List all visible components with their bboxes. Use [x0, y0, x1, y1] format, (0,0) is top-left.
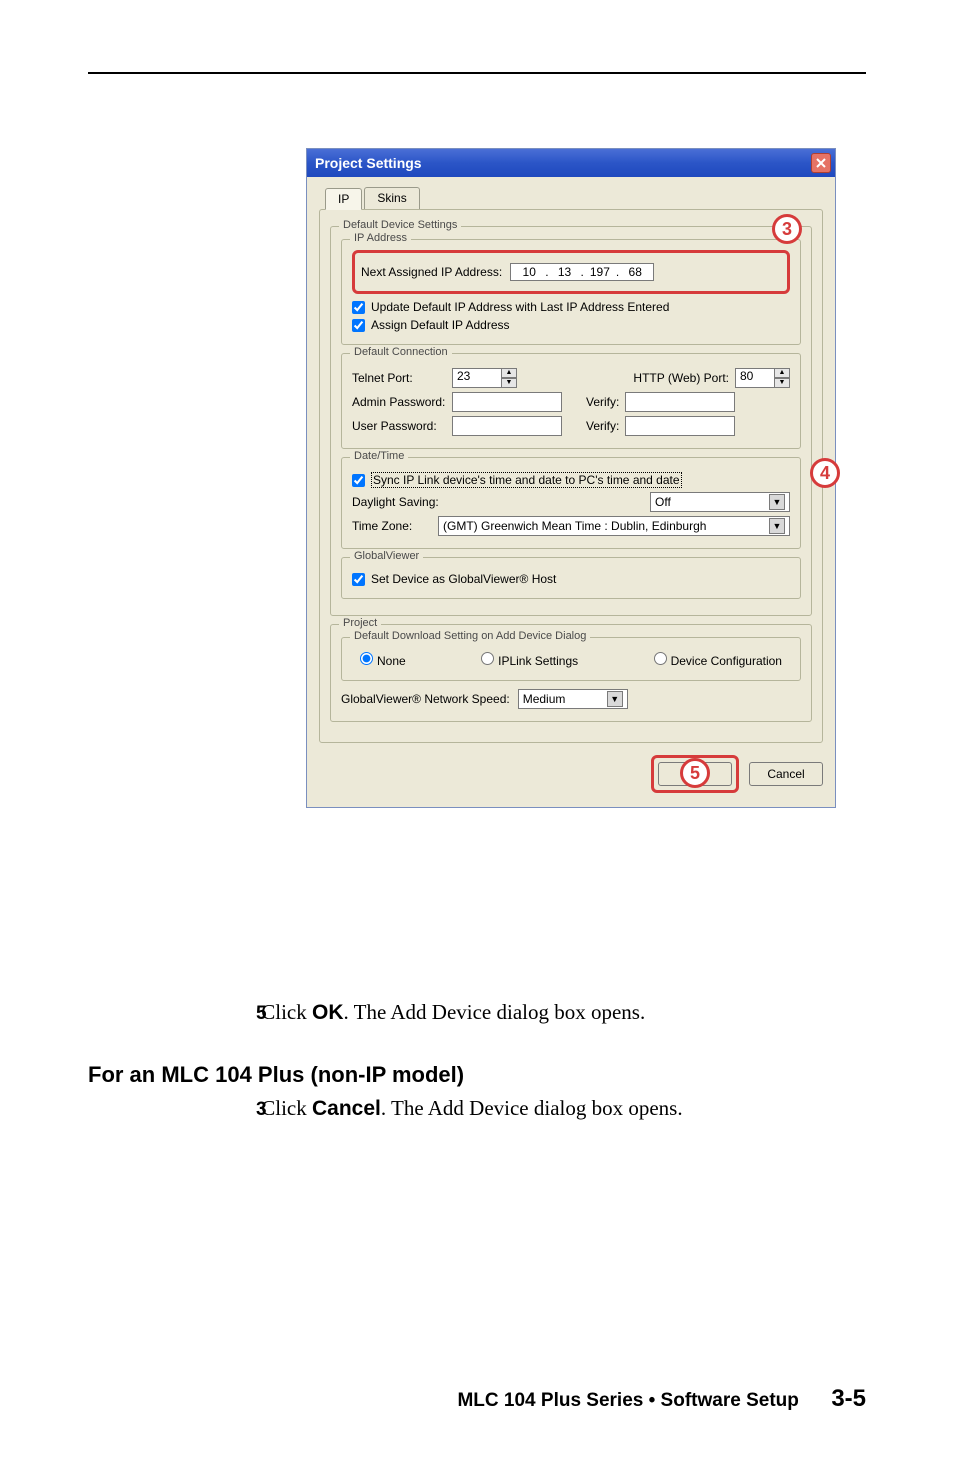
radio-none-label: None [377, 654, 406, 668]
date-time-legend: Date/Time [350, 450, 408, 462]
http-spinner[interactable]: ▲ ▼ [774, 368, 790, 388]
date-time-group: Date/Time Sync IP Link device's time and… [341, 457, 801, 549]
step-5-text-pre: Click [261, 1000, 312, 1024]
download-setting-legend: Default Download Setting on Add Device D… [350, 630, 590, 642]
tab-skins[interactable]: Skins [364, 187, 419, 209]
radio-none[interactable] [360, 652, 373, 665]
time-zone-select[interactable]: (GMT) Greenwich Mean Time : Dublin, Edin… [438, 516, 790, 536]
chevron-down-icon[interactable]: ▼ [607, 691, 623, 707]
tab-ip[interactable]: IP [325, 188, 362, 210]
project-settings-dialog-screenshot: 3 4 5 Project Settings IP Skins Default … [306, 148, 836, 808]
callout-4: 4 [810, 458, 840, 488]
project-legend: Project [339, 617, 381, 629]
assign-default-checkbox[interactable] [352, 319, 365, 332]
footer-text: MLC 104 Plus Series • Software Setup [457, 1390, 798, 1411]
default-device-settings-group: Default Device Settings IP Address Next … [330, 226, 812, 616]
telnet-port-input[interactable]: 23 [452, 368, 502, 388]
gv-host-label: Set Device as GlobalViewer® Host [371, 572, 556, 586]
radio-iplink-wrap[interactable]: IPLink Settings [481, 652, 578, 668]
page-number: 3-5 [831, 1385, 866, 1412]
sync-time-checkbox[interactable] [352, 474, 365, 487]
step-5-text-post: . The Add Device dialog box opens. [344, 1000, 646, 1024]
tab-strip: IP Skins [325, 187, 823, 209]
assign-default-label: Assign Default IP Address [371, 318, 510, 332]
admin-password-input[interactable] [452, 392, 562, 412]
user-password-label: User Password: [352, 419, 452, 433]
gv-speed-value: Medium [523, 692, 566, 706]
ip-tab-panel: Default Device Settings IP Address Next … [319, 209, 823, 743]
user-verify-input[interactable] [625, 416, 735, 436]
daylight-saving-value: Off [655, 495, 671, 509]
radio-devcfg[interactable] [654, 652, 667, 665]
time-zone-label: Time Zone: [352, 519, 432, 533]
ip-seg-4[interactable]: 68 [621, 265, 649, 279]
default-connection-group: Default Connection Telnet Port: 23 ▲ ▼ H… [341, 353, 801, 449]
radio-none-wrap[interactable]: None [360, 652, 406, 668]
step-3-number: 3 [88, 1099, 256, 1121]
ip-seg-3[interactable]: 197 [586, 265, 614, 279]
callout-3: 3 [772, 214, 802, 244]
download-setting-group: Default Download Setting on Add Device D… [341, 637, 801, 681]
user-verify-label: Verify: [586, 419, 619, 433]
project-group: Project Default Download Setting on Add … [330, 624, 812, 722]
default-connection-legend: Default Connection [350, 346, 452, 358]
daylight-saving-select[interactable]: Off ▼ [650, 492, 790, 512]
radio-devcfg-wrap[interactable]: Device Configuration [654, 652, 782, 668]
user-password-input[interactable] [452, 416, 562, 436]
subhead-section: For an MLC 104 Plus (non-IP model) 3 Cli… [88, 1058, 866, 1139]
subhead-text: For an MLC 104 Plus (non-IP model) [88, 1062, 866, 1088]
next-assigned-label: Next Assigned IP Address: [361, 265, 502, 279]
radio-iplink[interactable] [481, 652, 494, 665]
chevron-down-icon[interactable]: ▼ [769, 494, 785, 510]
time-zone-value: (GMT) Greenwich Mean Time : Dublin, Edin… [443, 519, 706, 533]
daylight-saving-label: Daylight Saving: [352, 495, 452, 509]
telnet-spinner[interactable]: ▲ ▼ [501, 368, 517, 388]
dialog-title: Project Settings [315, 155, 422, 171]
close-icon[interactable] [811, 153, 831, 173]
http-port-label: HTTP (Web) Port: [633, 371, 729, 385]
step-3-text-post: . The Add Device dialog box opens. [381, 1096, 683, 1120]
project-settings-dialog: Project Settings IP Skins Default Device… [306, 148, 836, 808]
ip-seg-2[interactable]: 13 [551, 265, 579, 279]
step-3-text-pre: Click [261, 1096, 312, 1120]
callout-5: 5 [680, 758, 710, 788]
admin-verify-label: Verify: [586, 395, 619, 409]
radio-devcfg-label: Device Configuration [671, 654, 782, 668]
sync-time-label: Sync IP Link device's time and date to P… [371, 472, 682, 488]
ip-address-legend: IP Address [350, 232, 411, 244]
instruction-step-5: 5 Click OK. The Add Device dialog box op… [88, 1000, 866, 1043]
telnet-port-label: Telnet Port: [352, 371, 452, 385]
ip-address-group: IP Address Next Assigned IP Address: 10.… [341, 239, 801, 345]
ip-address-highlight: Next Assigned IP Address: 10. 13. 197. 6… [352, 250, 790, 294]
spinner-down-icon[interactable]: ▼ [501, 378, 517, 388]
admin-verify-input[interactable] [625, 392, 735, 412]
globalviewer-group: GlobalViewer Set Device as GlobalViewer®… [341, 557, 801, 599]
update-default-checkbox[interactable] [352, 301, 365, 314]
cancel-button[interactable]: Cancel [749, 762, 823, 786]
ip-address-input[interactable]: 10. 13. 197. 68 [510, 263, 654, 281]
gv-speed-select[interactable]: Medium ▼ [518, 689, 628, 709]
default-device-settings-legend: Default Device Settings [339, 219, 461, 231]
page-top-rule [88, 72, 866, 74]
gv-host-checkbox[interactable] [352, 573, 365, 586]
update-default-label: Update Default IP Address with Last IP A… [371, 300, 669, 314]
chevron-down-icon[interactable]: ▼ [769, 518, 785, 534]
admin-password-label: Admin Password: [352, 395, 452, 409]
http-port-input[interactable]: 80 [735, 368, 775, 388]
step-5-ok-word: OK [312, 1001, 344, 1024]
spinner-up-icon[interactable]: ▲ [774, 368, 790, 378]
globalviewer-legend: GlobalViewer [350, 550, 423, 562]
dialog-title-bar: Project Settings [307, 149, 835, 177]
step-3-cancel-word: Cancel [312, 1097, 381, 1120]
page-footer: MLC 104 Plus Series • Software Setup 3-5 [0, 1385, 954, 1413]
spinner-down-icon[interactable]: ▼ [774, 378, 790, 388]
ip-seg-1[interactable]: 10 [515, 265, 543, 279]
gv-speed-label: GlobalViewer® Network Speed: [341, 692, 510, 706]
spinner-up-icon[interactable]: ▲ [501, 368, 517, 378]
radio-iplink-label: IPLink Settings [498, 654, 578, 668]
step-5-number: 5 [88, 1003, 256, 1025]
